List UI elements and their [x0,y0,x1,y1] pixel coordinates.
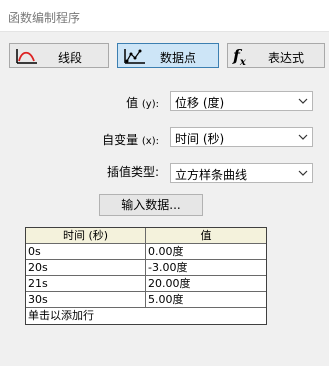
title-bar: 函数编制程序 [0,0,329,32]
table-row[interactable]: 21s 20.00度 [26,276,266,292]
table-row[interactable]: 20s -3.00度 [26,260,266,276]
column-header-value[interactable]: 值 [146,228,266,243]
value-select[interactable]: 位移 (度) [170,91,313,111]
column-header-time[interactable]: 时间 (秒) [26,228,146,243]
expression-mode-label: 表达式 [268,51,305,65]
chevron-down-icon [298,98,308,104]
value-cell[interactable]: -3.00度 [146,260,266,275]
table-row[interactable]: 0s 0.00度 [26,244,266,260]
variable-select[interactable]: 时间 (秒) [170,127,313,147]
expression-mode-button[interactable]: fx 表达式 [227,43,325,68]
value-cell[interactable]: 5.00度 [146,292,266,307]
data-points-icon [124,49,145,64]
table-header-row: 时间 (秒) 值 [26,228,266,244]
time-cell[interactable]: 0s [26,244,146,259]
value-select-value: 位移 (度) [175,96,225,110]
interp-select-value: 立方样条曲线 [175,168,248,182]
window-title: 函数编制程序 [8,11,81,25]
data-points-mode-button[interactable]: 数据点 [117,43,219,68]
value-field-label: 值 (y): [126,96,159,110]
segment-curve-icon [16,49,37,64]
interp-select[interactable]: 立方样条曲线 [170,163,313,183]
fx-icon: fx [233,46,246,69]
add-row[interactable]: 单击以添加行 [26,308,266,324]
time-cell[interactable]: 20s [26,260,146,275]
segment-mode-button[interactable]: 线段 [9,43,109,68]
interp-field-label: 插值类型: [106,165,159,179]
chevron-down-icon [298,170,308,176]
segment-mode-label: 线段 [58,51,83,65]
value-cell[interactable]: 0.00度 [146,244,266,259]
variable-field-label: 自变量 (x): [102,133,159,147]
data-table: 时间 (秒) 值 0s 0.00度 20s -3.00度 21s 20.00度 … [25,227,267,325]
time-cell[interactable]: 30s [26,292,146,307]
variable-select-value: 时间 (秒) [175,132,225,146]
chevron-down-icon [298,134,308,140]
add-row-label[interactable]: 单击以添加行 [26,308,266,324]
data-points-mode-label: 数据点 [160,51,197,65]
value-cell[interactable]: 20.00度 [146,276,266,291]
input-data-button[interactable]: 输入数据... [99,194,203,216]
function-editor-panel: 线段 数据点 fx 表达式 值 (y): 位移 (度) 自变量 (x): 时间 … [0,32,329,366]
time-cell[interactable]: 21s [26,276,146,291]
table-row[interactable]: 30s 5.00度 [26,292,266,308]
